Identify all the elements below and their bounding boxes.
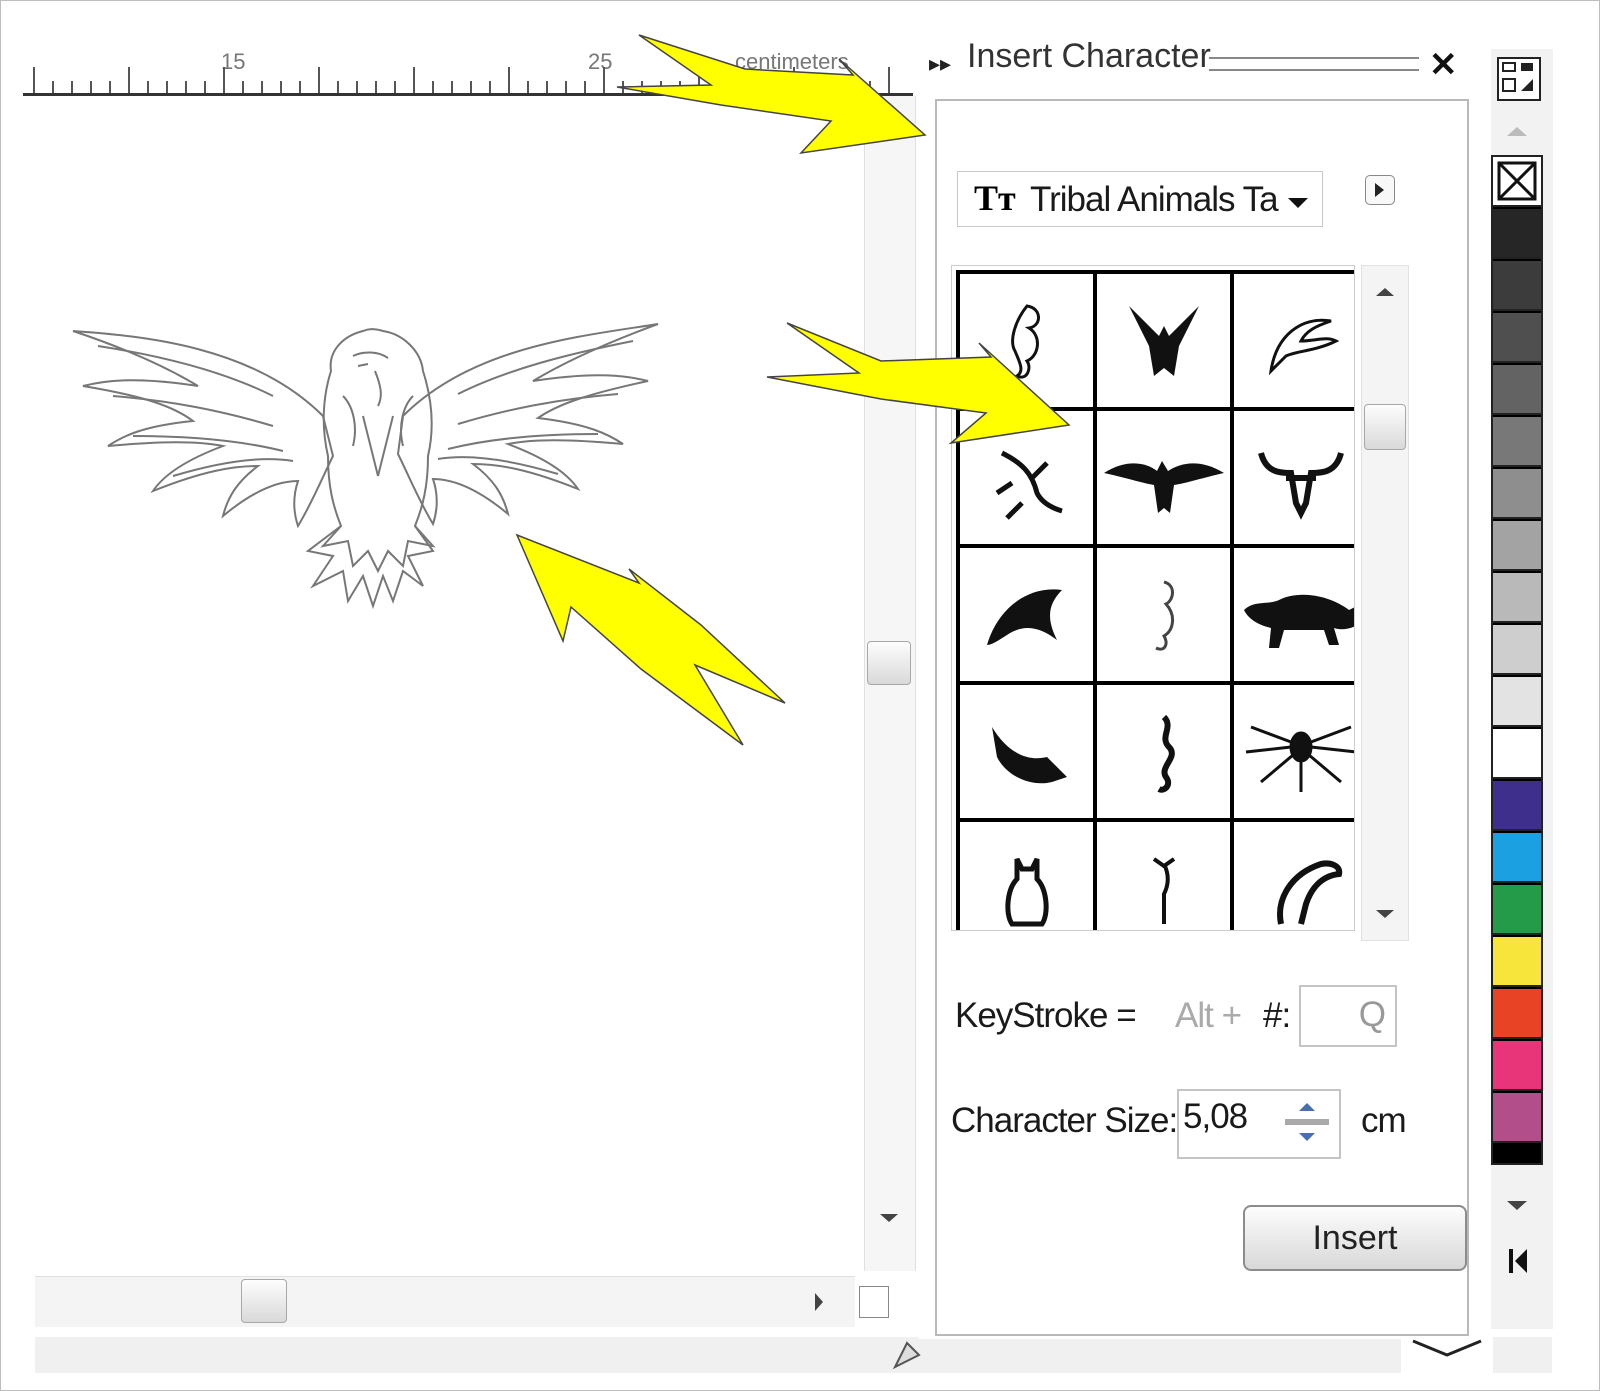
arrow-to-font-dropdown-icon	[616, 34, 927, 155]
screenshot-frame: 15 25 centimeters ▸▸ Insert Character ✕ …	[0, 0, 1600, 1391]
arrow-to-canvas-eagle-icon	[515, 533, 786, 746]
arrow-to-eagle-glyph-icon	[766, 322, 1071, 445]
annotation-arrows	[515, 34, 1071, 746]
